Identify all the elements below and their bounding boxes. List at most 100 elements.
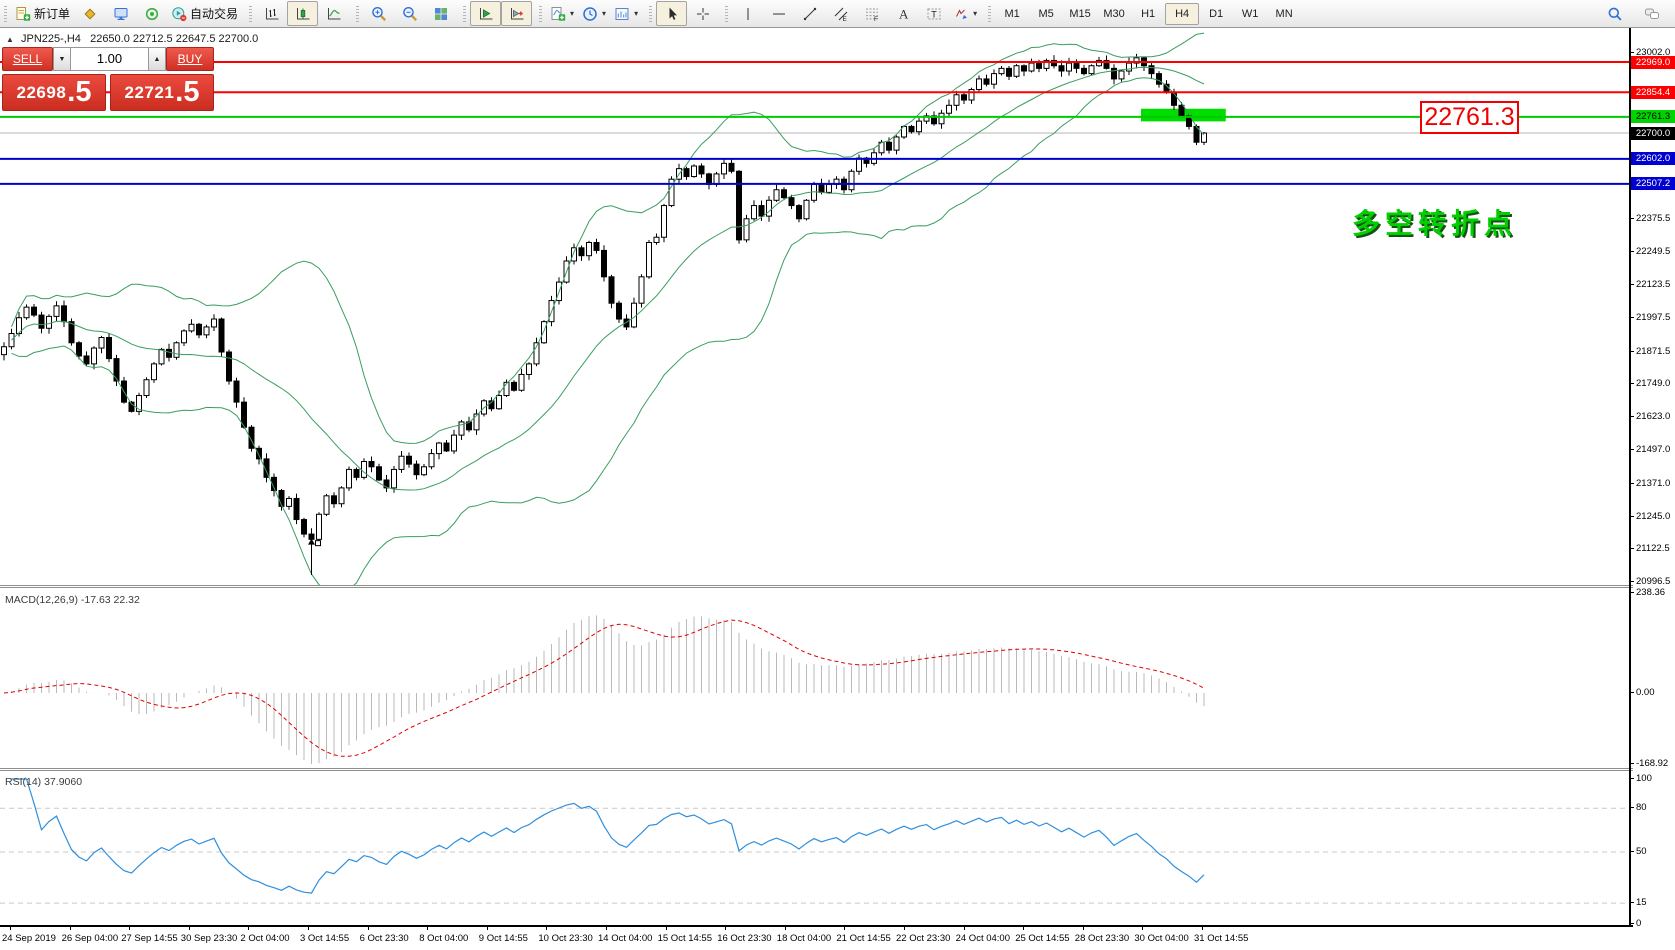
equidistant-channel-icon: E bbox=[833, 6, 849, 22]
time-axis-label: 31 Oct 14:55 bbox=[1194, 933, 1248, 944]
trendline-icon bbox=[802, 6, 818, 22]
chevron-down-icon[interactable]: ▾ bbox=[634, 9, 638, 18]
time-axis-tick bbox=[308, 925, 309, 930]
toolbar-button-templates[interactable]: ▾ bbox=[610, 1, 642, 26]
pane-splitter-rsi[interactable] bbox=[0, 768, 1633, 771]
toolbar-button-zoom-out[interactable] bbox=[394, 1, 425, 26]
file-group: 新订单 自动交易 bbox=[0, 0, 245, 28]
macd-axis-tick: 238.36 bbox=[1636, 587, 1665, 598]
toolbar-button-cursor[interactable] bbox=[656, 1, 687, 26]
toolbar-button-new-order[interactable]: 新订单 bbox=[11, 1, 74, 26]
volume-increase-button[interactable]: ▲ bbox=[148, 47, 166, 71]
price-chip-22507.2: 22507.2 bbox=[1631, 177, 1675, 190]
time-axis-tick bbox=[368, 925, 369, 930]
tf-m5-label: M5 bbox=[1038, 8, 1053, 20]
time-axis-tick bbox=[427, 925, 428, 930]
price-axis-tick: 21623.0 bbox=[1636, 411, 1670, 422]
time-axis-label: 2 Oct 04:00 bbox=[240, 933, 289, 944]
timeframe-button-mn[interactable]: MN bbox=[1267, 3, 1301, 25]
sell-price-display[interactable]: 22698 .5 bbox=[2, 74, 106, 111]
chevron-down-icon[interactable]: ▾ bbox=[602, 9, 606, 18]
toolbar-button-periods[interactable]: ▾ bbox=[578, 1, 610, 26]
toolbar-button-indicators[interactable]: ▾ bbox=[546, 1, 578, 26]
time-axis-tick bbox=[487, 925, 488, 930]
chart-note-text[interactable]: 多空转折点 bbox=[1352, 202, 1517, 242]
rsi-axis-tick: 0 bbox=[1636, 918, 1641, 929]
price-pane[interactable] bbox=[0, 28, 1629, 585]
price-axis-tick: 21997.5 bbox=[1636, 312, 1670, 323]
volume-decrease-button[interactable]: ▼ bbox=[53, 47, 71, 71]
svg-text:E: E bbox=[842, 16, 847, 22]
rsi-pane[interactable] bbox=[0, 771, 1629, 925]
toolbar-button-candlestick-chart[interactable] bbox=[287, 1, 318, 26]
toolbar-button-vertical-line[interactable] bbox=[732, 1, 763, 26]
candles bbox=[2, 54, 1207, 545]
time-axis-tick bbox=[725, 925, 726, 930]
timeframe-button-d1[interactable]: D1 bbox=[1199, 3, 1233, 25]
toolbar-button-trendline[interactable] bbox=[794, 1, 825, 26]
timeframe-button-m30[interactable]: M30 bbox=[1097, 3, 1131, 25]
scroll-group bbox=[459, 0, 535, 28]
chevron-down-icon[interactable]: ▾ bbox=[973, 9, 977, 18]
bar-chart-icon bbox=[264, 6, 280, 22]
toolbar-button-bar-chart[interactable] bbox=[256, 1, 287, 26]
toolbar-button-auto-scroll[interactable] bbox=[470, 1, 501, 26]
timeframe-button-m15[interactable]: M15 bbox=[1063, 3, 1097, 25]
toolbar-button-fibonacci[interactable]: F bbox=[856, 1, 887, 26]
time-axis-label: 30 Sep 23:30 bbox=[181, 933, 238, 944]
toolbar-button-market-watch[interactable] bbox=[105, 1, 136, 26]
toolbar-button-horizontal-line[interactable] bbox=[763, 1, 794, 26]
time-axis-label: 8 Oct 04:00 bbox=[419, 933, 468, 944]
sell-button[interactable]: SELL bbox=[2, 47, 53, 71]
collapse-chart-icon[interactable]: ▲ bbox=[6, 35, 14, 44]
toolbar-button-text[interactable]: A bbox=[887, 1, 918, 26]
price-axis-tick: 21749.0 bbox=[1636, 378, 1670, 389]
time-axis-label: 14 Oct 04:00 bbox=[598, 933, 652, 944]
marker-handle[interactable] bbox=[316, 541, 321, 546]
chevron-down-icon[interactable]: ▾ bbox=[570, 9, 574, 18]
objects-group: E FAT ▾ bbox=[721, 0, 984, 28]
time-axis-label: 3 Oct 14:55 bbox=[300, 933, 349, 944]
time-axis-label: 27 Sep 14:55 bbox=[121, 933, 178, 944]
buy-button[interactable]: BUY bbox=[166, 47, 214, 71]
toolbar-button-text-label[interactable]: T bbox=[918, 1, 949, 26]
volume-input[interactable]: 1.00 bbox=[71, 47, 148, 71]
toolbar-button-auto-trading[interactable]: 自动交易 bbox=[167, 1, 242, 26]
toolbar-button-arrows[interactable]: ▾ bbox=[949, 1, 981, 26]
timeframe-button-w1[interactable]: W1 bbox=[1233, 3, 1267, 25]
tf-m15-label: M15 bbox=[1069, 8, 1090, 20]
templates-icon bbox=[614, 6, 630, 22]
time-axis-label: 26 Sep 04:00 bbox=[62, 933, 119, 944]
bollinger-middle-band bbox=[12, 67, 1205, 490]
toolbar-button-zoom-in[interactable] bbox=[363, 1, 394, 26]
chart-shift-icon bbox=[509, 6, 525, 22]
time-axis-tick bbox=[1083, 925, 1084, 930]
timeframe-button-h1[interactable]: H1 bbox=[1131, 3, 1165, 25]
time-axis-label: 15 Oct 14:55 bbox=[658, 933, 712, 944]
tf-mn-label: MN bbox=[1276, 8, 1293, 20]
buy-price-display[interactable]: 22721 .5 bbox=[110, 74, 214, 111]
time-axis-label: 21 Oct 14:55 bbox=[836, 933, 890, 944]
toolbar-button-tile-windows[interactable] bbox=[425, 1, 456, 26]
timeframe-button-m1[interactable]: M1 bbox=[995, 3, 1029, 25]
pane-splitter-macd[interactable] bbox=[0, 585, 1633, 588]
time-axis-tick bbox=[10, 925, 11, 930]
rsi-axis-tick: 100 bbox=[1636, 773, 1652, 784]
time-axis-label: 16 Oct 23:30 bbox=[717, 933, 771, 944]
toolbar-button-line-chart[interactable] bbox=[318, 1, 349, 26]
toolbar-button-signals[interactable] bbox=[136, 1, 167, 26]
toolbar-button-equidistant-channel[interactable]: E bbox=[825, 1, 856, 26]
toolbar-button-search[interactable] bbox=[1599, 1, 1630, 26]
macd-pane[interactable] bbox=[0, 588, 1629, 768]
time-axis-tick bbox=[964, 925, 965, 930]
timeframe-button-m5[interactable]: M5 bbox=[1029, 3, 1063, 25]
time-axis-tick bbox=[1023, 925, 1024, 930]
timeframe-button-h4[interactable]: H4 bbox=[1165, 3, 1199, 25]
price-callout-label[interactable]: 22761.3 bbox=[1420, 101, 1519, 134]
toolbar-right bbox=[1599, 1, 1667, 26]
toolbar-button-metaquotes[interactable] bbox=[74, 1, 105, 26]
toolbar-button-chart-shift[interactable] bbox=[501, 1, 532, 26]
toolbar-button-crosshair[interactable] bbox=[687, 1, 718, 26]
toolbar-button-chat[interactable] bbox=[1636, 1, 1667, 26]
chart-window[interactable]: ▲ JPN225-,H4 22650.0 22712.5 22647.5 227… bbox=[0, 28, 1675, 950]
